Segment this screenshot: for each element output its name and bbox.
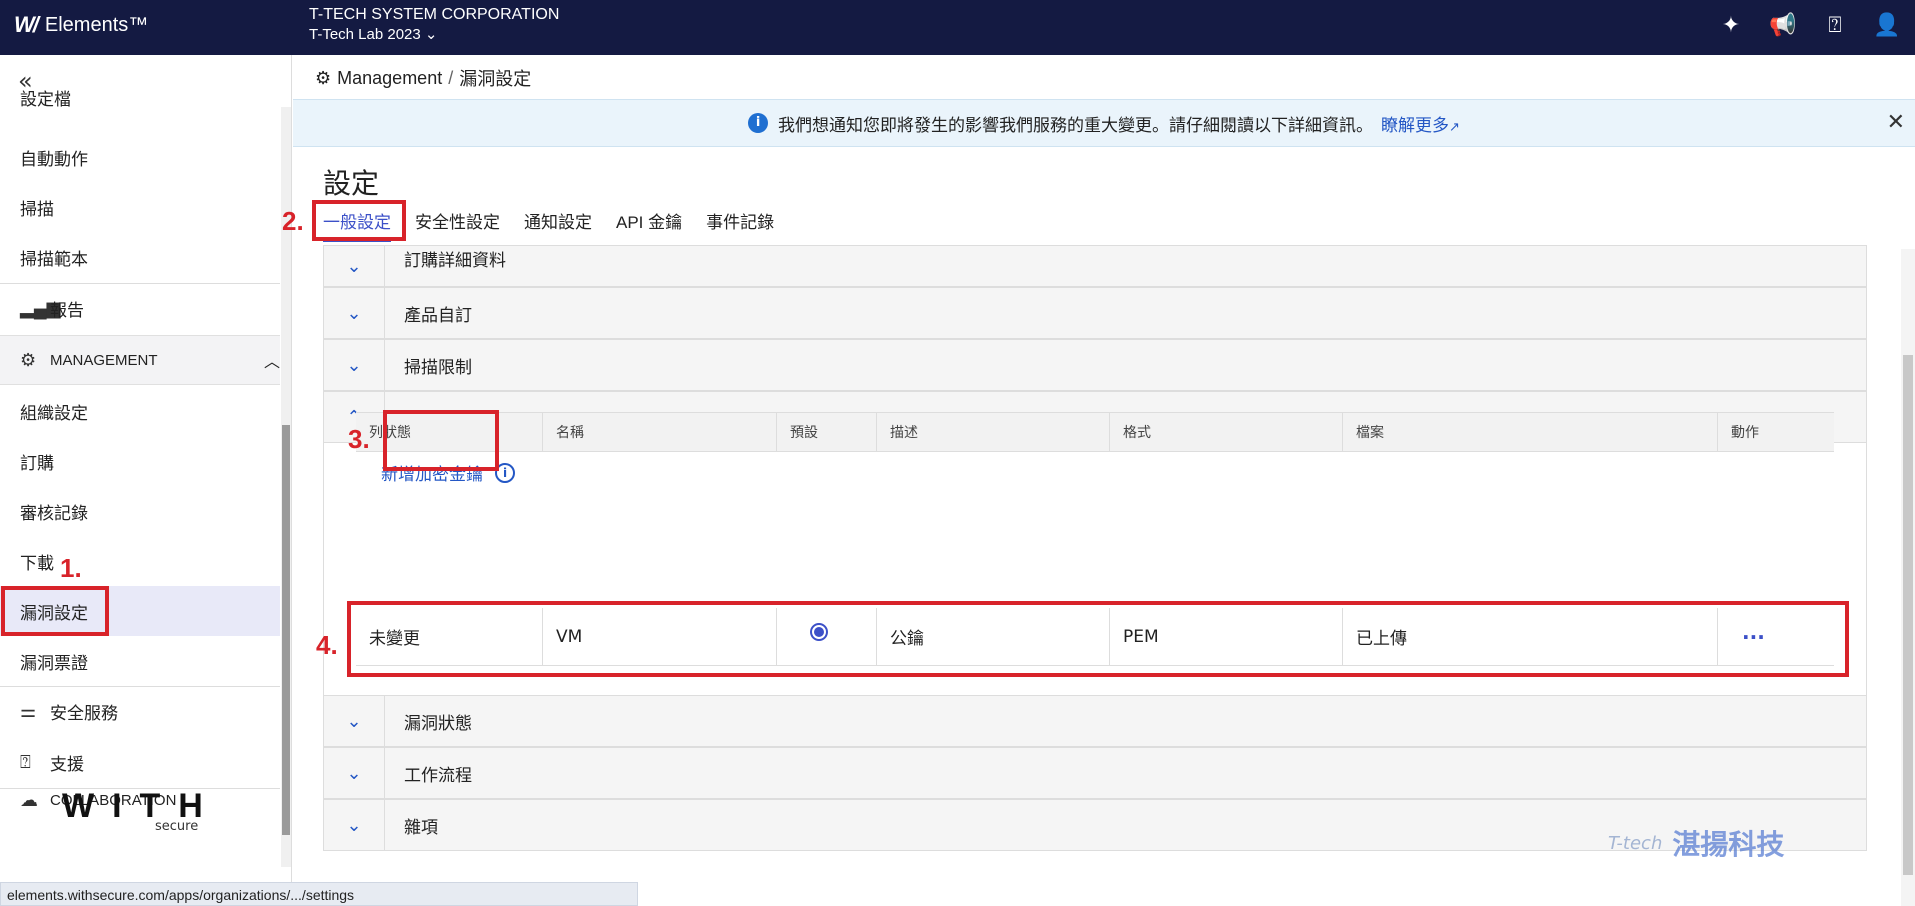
brand[interactable]: W/ Elements™ — [14, 12, 148, 38]
annotation-box-1 — [1, 586, 109, 636]
sliders-icon: ⚌ — [20, 701, 37, 721]
tab-api-keys[interactable]: API 金鑰 — [616, 208, 682, 242]
sidebar-scroll-thumb[interactable] — [282, 425, 290, 835]
sidebar-item-scans[interactable]: 掃描 — [0, 182, 280, 232]
bar-chart-icon: ▂▄▆ — [20, 298, 61, 318]
cloud-icon: ☁ — [20, 790, 38, 810]
chevron-down-icon[interactable]: ⌄ — [324, 340, 385, 390]
annotation-label-2: 2. — [282, 206, 304, 236]
sidebar-item-security-services[interactable]: ⚌ 安全服務 — [0, 686, 280, 736]
column-header[interactable]: 檔案 — [1343, 413, 1718, 451]
sidebar-item-downloads[interactable]: 下載 — [0, 536, 280, 586]
annotation-label-4: 4. — [316, 630, 338, 660]
sidebar: « 設定檔 自動動作 掃描 掃描範本 ▂▄▆ 報告 ⚙ MANAGEMENT ︿… — [0, 55, 292, 906]
table-header: 列狀態 名稱 預設 描述 格式 檔案 動作 — [356, 412, 1834, 452]
chevron-down-icon[interactable]: ⌄ — [324, 246, 385, 286]
sidebar-item-vulnerability-tickets[interactable]: 漏洞票證 — [0, 636, 280, 686]
tab-event-log[interactable]: 事件記錄 — [706, 208, 774, 242]
annotation-box-3 — [383, 410, 499, 471]
sidebar-section-management[interactable]: ⚙ MANAGEMENT ︿ — [0, 335, 280, 385]
watermark: T-tech 湛揚科技 — [1608, 823, 1784, 863]
tab-notifications[interactable]: 通知設定 — [524, 208, 592, 242]
user-icon[interactable]: 👤 — [1873, 12, 1901, 40]
sidebar-item-audit-log[interactable]: 審核記錄 — [0, 486, 280, 536]
section-subscription-details[interactable]: ⌄ 訂購詳細資料 — [323, 245, 1867, 287]
org-switcher[interactable]: T-TECH SYSTEM CORPORATION T-Tech Lab 202… — [309, 5, 559, 45]
column-header[interactable]: 動作 — [1718, 413, 1834, 451]
org-name: T-TECH SYSTEM CORPORATION — [309, 6, 560, 23]
ttech-logo-icon: T-tech — [1608, 832, 1663, 854]
learn-more-link[interactable]: 瞭解更多↗ — [1381, 111, 1460, 136]
sidebar-item-support[interactable]: ⍰ 支援 — [0, 737, 280, 787]
sidebar-item-reports[interactable]: ▂▄▆ 報告 — [0, 283, 280, 333]
gear-icon: ⚙ — [20, 349, 37, 370]
page-title: 設定 — [323, 168, 380, 199]
annotation-label-1: 1. — [60, 553, 82, 583]
column-header[interactable]: 格式 — [1110, 413, 1343, 451]
megaphone-icon[interactable]: 📢 — [1769, 12, 1797, 40]
breadcrumb: ⚙ Management / 漏洞設定 — [315, 65, 531, 91]
external-link-icon: ↗ — [1449, 119, 1460, 135]
breadcrumb-current: 漏洞設定 — [459, 69, 532, 89]
close-icon[interactable]: ✕ — [1887, 110, 1905, 135]
support-icon: ⍰ — [20, 751, 31, 772]
help-icon[interactable]: ⍰ — [1821, 12, 1849, 40]
chevron-down-icon: ⌄ — [424, 26, 438, 43]
sidebar-item-profiles[interactable]: 設定檔 — [0, 85, 280, 109]
notice-text: 我們想通知您即將發生的影響我們服務的重大變更。請仔細閱讀以下詳細資訊。 — [778, 115, 1374, 136]
watermark-text: 湛揚科技 — [1672, 828, 1785, 861]
column-header[interactable]: 名稱 — [543, 413, 777, 451]
section-vulnerability-status[interactable]: ⌄ 漏洞狀態 — [323, 695, 1867, 747]
annotation-box-4 — [347, 601, 1849, 677]
sidebar-item-org-settings[interactable]: 組織設定 — [0, 386, 280, 436]
breadcrumb-root[interactable]: Management — [337, 68, 442, 89]
notice-banner: i 我們想通知您即將發生的影響我們服務的重大變更。請仔細閱讀以下詳細資訊。 瞭解… — [293, 99, 1915, 147]
status-url-bar: elements.withsecure.com/apps/organizatio… — [0, 882, 638, 906]
annotation-label-3: 3. — [348, 424, 370, 454]
withsecure-footer-sub: secure — [155, 819, 199, 834]
chevron-down-icon[interactable]: ⌄ — [324, 748, 385, 798]
sidebar-item-scan-templates[interactable]: 掃描範本 — [0, 232, 280, 282]
annotation-box-2 — [312, 200, 406, 241]
sidebar-item-automation[interactable]: 自動動作 — [0, 132, 280, 182]
sparkle-icon[interactable]: ✦ — [1717, 12, 1745, 40]
gear-icon: ⚙ — [315, 67, 332, 88]
section-scan-limits[interactable]: ⌄ 掃描限制 — [323, 339, 1867, 391]
withsecure-logo-icon: W/ — [14, 12, 39, 37]
sidebar-item-subscriptions[interactable]: 訂購 — [0, 436, 280, 486]
tab-security[interactable]: 安全性設定 — [415, 208, 500, 242]
column-header[interactable]: 預設 — [777, 413, 877, 451]
section-workflow[interactable]: ⌄ 工作流程 — [323, 747, 1867, 799]
main-content: ⚙ Management / 漏洞設定 i 我們想通知您即將發生的影響我們服務的… — [293, 55, 1915, 906]
top-bar: W/ Elements™ T-TECH SYSTEM CORPORATION T… — [0, 0, 1915, 55]
info-icon: i — [748, 113, 769, 133]
brand-name: Elements™ — [44, 13, 149, 36]
chevron-down-icon[interactable]: ⌄ — [324, 696, 385, 746]
org-sub: T-Tech Lab 2023 — [309, 26, 421, 43]
chevron-up-icon: ︿ — [263, 354, 280, 371]
chevron-down-icon[interactable]: ⌄ — [324, 800, 385, 850]
column-header[interactable]: 描述 — [877, 413, 1110, 451]
section-product-customization[interactable]: ⌄ 產品自訂 — [323, 287, 1867, 339]
chevron-down-icon[interactable]: ⌄ — [324, 288, 385, 338]
main-scroll-thumb[interactable] — [1903, 355, 1913, 875]
